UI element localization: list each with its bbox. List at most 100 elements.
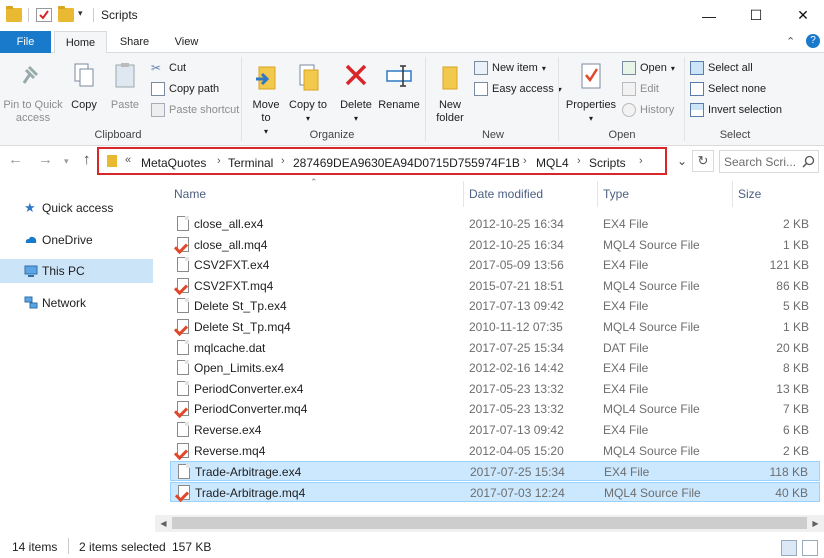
chevron-right-icon[interactable]: › (639, 155, 643, 167)
address-history-dropdown[interactable]: ⌄ (672, 150, 692, 172)
column-header-type[interactable]: Type (603, 181, 629, 207)
table-row[interactable]: Delete St_Tp.mq4 2010-11-12 07:35 MQL4 Sou… (170, 317, 820, 337)
table-row[interactable]: Reverse.ex4 2017-07-13 09:42 EX4 File 6 KB (170, 420, 820, 440)
up-arrow-icon[interactable]: ↑ (83, 151, 91, 168)
breadcrumb-scripts[interactable]: Scripts (589, 156, 626, 170)
table-row[interactable]: PeriodConverter.ex4 2017-05-23 13:32 EX4 F… (170, 379, 820, 399)
table-row[interactable]: Open_Limits.ex4 2012-02-16 14:42 EX4 File 8… (170, 358, 820, 378)
column-header-date[interactable]: Date modified (469, 181, 543, 207)
select-all-button[interactable]: Select all (690, 59, 753, 77)
horizontal-scrollbar[interactable]: ◀ ▶ (155, 515, 824, 532)
maximize-button[interactable]: ☐ (733, 0, 779, 31)
copy-button[interactable]: Copy (66, 61, 102, 112)
new-folder-quick-icon[interactable] (58, 6, 74, 22)
chevron-right-icon[interactable]: › (281, 155, 285, 167)
easy-access-label: Easy access (492, 83, 554, 95)
forward-arrow-icon[interactable]: → (38, 151, 53, 168)
edit-icon (622, 82, 636, 96)
table-row[interactable]: Delete St_Tp.ex4 2017-07-13 09:42 EX4 File… (170, 296, 820, 316)
column-divider[interactable] (597, 181, 598, 207)
file-name: Open_Limits.ex4 (194, 361, 285, 376)
breadcrumb-terminal-id[interactable]: 287469DEA9630EA94D0715D755974F1B (293, 156, 520, 170)
invert-selection-button[interactable]: Invert selection (690, 101, 782, 119)
overflow-chevron[interactable]: « (125, 154, 131, 166)
refresh-icon[interactable]: ↻ (692, 150, 714, 172)
back-arrow-icon[interactable]: ← (8, 151, 23, 168)
breadcrumb-terminal[interactable]: Terminal (228, 156, 273, 170)
file-name: PeriodConverter.ex4 (194, 381, 304, 396)
scrollbar-thumb[interactable] (172, 517, 807, 529)
tab-share[interactable]: Share (111, 31, 158, 53)
move-to-button[interactable]: Move to ▾ (247, 61, 285, 138)
select-none-button[interactable]: Select none (690, 80, 766, 98)
minimize-button[interactable]: — (686, 0, 732, 31)
column-header-size[interactable]: Size (738, 181, 761, 207)
chevron-right-icon[interactable]: › (523, 155, 527, 167)
paste-button[interactable]: Paste (106, 61, 144, 112)
copy-to-button[interactable]: Copy to ▾ (289, 61, 327, 125)
easy-access-button[interactable]: Easy access ▾ (474, 80, 562, 98)
search-input[interactable] (724, 154, 796, 170)
nav-item-network[interactable]: Network (0, 291, 153, 315)
file-date: 2012-02-16 14:42 (469, 361, 564, 376)
chevron-right-icon[interactable]: › (577, 155, 581, 167)
column-divider[interactable] (463, 181, 464, 207)
history-button[interactable]: History (622, 101, 674, 119)
table-row[interactable]: PeriodConverter.mq4 2017-05-23 13:32 MQL4 … (170, 399, 820, 419)
scroll-left-icon[interactable]: ◀ (156, 517, 171, 530)
delete-button[interactable]: Delete ▾ (337, 61, 375, 125)
address-bar[interactable]: « MetaQuotes › Terminal › 287469DEA9630E… (97, 147, 667, 175)
chevron-right-icon[interactable]: › (217, 155, 221, 167)
cut-button[interactable]: ✂ Cut (151, 59, 186, 77)
tab-home[interactable]: Home (54, 31, 107, 54)
collapse-ribbon-icon[interactable]: ⌃ (786, 35, 795, 48)
table-row[interactable]: CSV2FXT.mq4 2015-07-21 18:51 MQL4 Source F… (170, 276, 820, 296)
column-header-name[interactable]: Name (174, 181, 206, 207)
copy-path-label: Copy path (169, 83, 220, 95)
table-row[interactable]: Trade-Arbitrage.ex4 2017-07-25 15:34 EX4 F… (170, 461, 820, 482)
tab-view[interactable]: View (163, 31, 210, 53)
new-item-button[interactable]: New item ▾ (474, 59, 546, 77)
close-button[interactable]: ✕ (780, 0, 824, 31)
column-divider[interactable] (732, 181, 733, 207)
search-icon[interactable] (802, 155, 815, 168)
nav-item-onedrive[interactable]: OneDrive (0, 228, 153, 252)
select-none-icon (690, 82, 704, 96)
customize-toolbar-icon[interactable]: ▾ (78, 8, 94, 22)
nav-item-quick-access[interactable]: ★ Quick access (0, 196, 153, 220)
file-size: 40 KB (775, 485, 808, 500)
open-button[interactable]: Open ▾ (622, 59, 675, 77)
edit-button[interactable]: Edit (622, 80, 659, 98)
file-name: mqlcache.dat (194, 340, 266, 355)
tab-file[interactable]: File (0, 31, 51, 53)
nav-item-this-pc[interactable]: This PC (0, 259, 153, 283)
select-group-label: Select (719, 129, 751, 141)
pin-label: Pin to Quick access (3, 99, 63, 124)
pin-to-quick-access-button[interactable]: Pin to Quick access (2, 61, 64, 125)
details-view-icon[interactable] (781, 540, 797, 556)
copy-path-button[interactable]: Copy path (151, 80, 219, 98)
file-type: EX4 File (603, 381, 649, 396)
search-box[interactable] (719, 150, 819, 173)
breadcrumb-metaquotes[interactable]: MetaQuotes (141, 156, 206, 170)
table-row[interactable]: Reverse.mq4 2012-04-05 15:20 MQL4 Source F… (170, 441, 820, 461)
properties-quick-icon[interactable] (36, 8, 52, 22)
ribbon-tabs: File Home Share View ⌃ ? (0, 31, 824, 54)
file-icon (177, 422, 189, 437)
help-icon[interactable]: ? (806, 34, 820, 48)
table-row[interactable]: CSV2FXT.ex4 2017-05-09 13:56 EX4 File 121 K… (170, 255, 820, 275)
large-icons-view-icon[interactable] (802, 540, 818, 556)
table-row[interactable]: close_all.mq4 2012-10-25 16:34 MQL4 Source… (170, 235, 820, 255)
table-row[interactable]: mqlcache.dat 2017-07-25 15:34 DAT File 20 K… (170, 338, 820, 358)
scroll-right-icon[interactable]: ▶ (808, 517, 823, 530)
breadcrumb-mql4[interactable]: MQL4 (536, 156, 569, 170)
paste-shortcut-button[interactable]: Paste shortcut (151, 101, 239, 119)
delete-dropdown-icon: ▾ (353, 114, 358, 123)
table-row[interactable]: close_all.ex4 2012-10-25 16:34 EX4 File 2 K… (170, 214, 820, 234)
new-folder-button[interactable]: New folder (430, 61, 470, 125)
recent-locations-icon[interactable]: ▾ (64, 156, 69, 167)
properties-dropdown-icon: ▾ (588, 114, 593, 123)
table-row[interactable]: Trade-Arbitrage.mq4 2017-07-03 12:24 MQL4 … (170, 481, 820, 502)
properties-button[interactable]: Properties ▾ (565, 61, 617, 125)
rename-button[interactable]: Rename (378, 61, 420, 112)
